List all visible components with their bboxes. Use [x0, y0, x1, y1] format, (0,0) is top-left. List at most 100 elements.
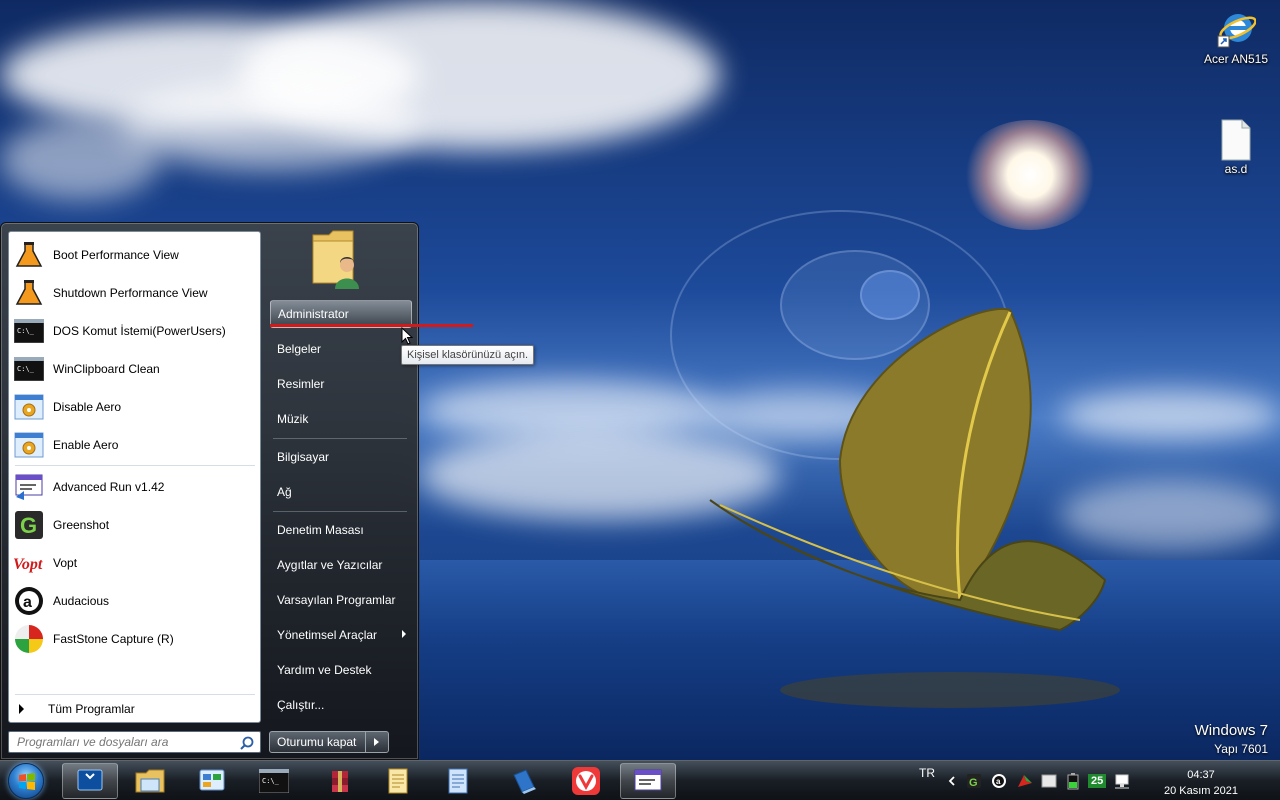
start-button[interactable] — [8, 763, 44, 799]
taskbar-app-book[interactable] — [496, 763, 552, 799]
start-item-network[interactable]: Ağ — [270, 478, 412, 506]
power-options-arrow-icon[interactable] — [374, 738, 379, 746]
start-item-admin-tools[interactable]: Yönetimsel Araçlar — [270, 621, 412, 649]
taskbar-app-notepad[interactable] — [370, 763, 426, 799]
tray-badge[interactable]: 25 — [1088, 761, 1107, 800]
system-clock[interactable]: 04:37 20 Kasım 2021 Cumartesi — [1138, 767, 1264, 800]
start-item-control-panel[interactable]: Denetim Masası — [270, 516, 412, 544]
tray-window[interactable] — [1041, 761, 1057, 800]
desktop-icon-file[interactable]: as.d — [1198, 118, 1274, 176]
start-item-devices-printers[interactable]: Aygıtlar ve Yazıcılar — [270, 551, 412, 579]
program-faststone-capture[interactable]: FastStone Capture (R) — [13, 621, 257, 657]
audacious-tray-icon: a — [992, 774, 1006, 788]
book-icon — [513, 769, 536, 794]
console-icon: C:\_ — [13, 353, 45, 385]
program-dos-komut-istemi[interactable]: C:\_ DOS Komut İstemi(PowerUsers) — [13, 313, 257, 349]
program-advanced-run[interactable]: Advanced Run v1.42 — [13, 469, 257, 505]
internet-explorer-icon — [1216, 8, 1257, 48]
all-programs-button[interactable]: Tüm Programlar — [19, 702, 135, 716]
start-item-documents[interactable]: Belgeler — [270, 335, 412, 363]
program-shutdown-performance-view[interactable]: Shutdown Performance View — [13, 275, 257, 311]
program-boot-performance-view[interactable]: Boot Performance View — [13, 237, 257, 273]
tray-faststone[interactable] — [1016, 761, 1034, 800]
program-label: Advanced Run v1.42 — [53, 480, 165, 494]
red-underline-annotation — [270, 324, 473, 327]
start-search-box[interactable] — [8, 731, 261, 753]
start-item-help-support[interactable]: Yardım ve Destek — [270, 656, 412, 684]
search-input[interactable] — [17, 735, 232, 749]
clock-date: 20 Kasım 2021 Cumartesi — [1164, 785, 1238, 797]
start-item-label: Bilgisayar — [277, 450, 330, 464]
start-item-pictures[interactable]: Resimler — [270, 370, 412, 398]
program-vopt[interactable]: Vopt Vopt — [13, 545, 257, 581]
start-item-run[interactable]: Çalıştır... — [270, 691, 412, 719]
taskbar-app-winrar[interactable] — [312, 763, 368, 799]
start-menu-programs-pane: Boot Performance View Shutdown Performan… — [8, 231, 261, 723]
program-label: Greenshot — [53, 518, 110, 532]
svg-text:G: G — [969, 777, 978, 789]
tooltip: Kişisel klasörünüzü açın. — [401, 345, 535, 365]
notepad-icon — [388, 768, 408, 794]
mouse-cursor-icon — [401, 327, 413, 345]
taskbar-app-screen[interactable] — [62, 763, 118, 799]
taskbar-app-vivaldi[interactable] — [558, 763, 614, 799]
taskbar: C:\_ TR G a 25 04:37 20 Kasım 2021 — [0, 760, 1280, 800]
start-item-label: Müzik — [277, 412, 309, 426]
tray-battery[interactable] — [1066, 761, 1080, 800]
program-enable-aero[interactable]: Enable Aero — [13, 427, 257, 463]
taskbar-app-explorer[interactable] — [122, 763, 178, 799]
program-label: Boot Performance View — [53, 248, 179, 262]
program-label: WinClipboard Clean — [53, 362, 160, 376]
start-item-label: Yönetimsel Araçlar — [277, 628, 378, 642]
start-item-label: Denetim Masası — [277, 523, 364, 537]
tray-audacious[interactable]: a — [991, 761, 1007, 800]
language-indicator[interactable]: TR — [919, 753, 935, 793]
program-label: Audacious — [53, 594, 110, 608]
vivaldi-icon — [572, 767, 600, 795]
svg-text:a: a — [996, 777, 1001, 786]
start-item-computer[interactable]: Bilgisayar — [270, 443, 412, 471]
program-disable-aero[interactable]: Disable Aero — [13, 389, 257, 425]
start-item-label: Resimler — [277, 377, 325, 391]
tray-network[interactable] — [1114, 761, 1130, 800]
flask-icon — [13, 239, 45, 271]
svg-text:C:\_: C:\_ — [262, 777, 280, 785]
greenshot-icon: G — [13, 509, 45, 541]
taskbar-app-advanced-run[interactable] — [620, 763, 676, 799]
start-item-default-programs[interactable]: Varsayılan Programlar — [270, 586, 412, 614]
battery-icon — [1067, 773, 1079, 790]
logoff-label: Oturumu kapat — [270, 732, 366, 752]
window-tray-icon — [1041, 774, 1057, 788]
taskbar-app-control-panel[interactable] — [184, 763, 240, 799]
svg-text:C:\_: C:\_ — [17, 365, 35, 373]
divider — [15, 465, 255, 466]
start-item-label: Ağ — [277, 485, 292, 499]
program-label: FastStone Capture (R) — [53, 632, 174, 646]
advanced-run-icon — [634, 769, 662, 791]
start-item-label: Administrator — [278, 307, 349, 321]
start-item-music[interactable]: Müzik — [270, 405, 412, 433]
windows-version: Windows 7 — [1194, 722, 1268, 739]
user-folder-avatar[interactable] — [309, 227, 365, 289]
flask-icon — [13, 277, 45, 309]
file-explorer-icon — [135, 769, 165, 793]
logoff-button[interactable]: Oturumu kapat — [269, 731, 389, 753]
faststone-icon — [13, 623, 45, 655]
search-icon[interactable] — [240, 736, 254, 753]
start-item-label: Çalıştır... — [277, 698, 325, 712]
taskbar-app-notepad-blue[interactable] — [430, 763, 486, 799]
taskbar-app-console[interactable]: C:\_ — [246, 763, 302, 799]
show-hidden-icons-button[interactable] — [947, 761, 957, 800]
start-item-label: Varsayılan Programlar — [277, 593, 396, 607]
desktop-icon-label: Acer AN515 — [1203, 52, 1269, 66]
vopt-icon: Vopt — [13, 547, 45, 579]
tray-greenshot[interactable]: G — [966, 761, 982, 800]
control-panel-icon — [199, 769, 225, 791]
screen-icon — [77, 769, 103, 791]
notification-count-badge: 25 — [1088, 774, 1107, 788]
desktop-icon-acer[interactable]: Acer AN515 — [1198, 8, 1274, 66]
program-audacious[interactable]: a Audacious — [13, 583, 257, 619]
program-winclipboard-clean[interactable]: C:\_ WinClipboard Clean — [13, 351, 257, 387]
program-label: DOS Komut İstemi(PowerUsers) — [53, 324, 226, 338]
program-greenshot[interactable]: G Greenshot — [13, 507, 257, 543]
